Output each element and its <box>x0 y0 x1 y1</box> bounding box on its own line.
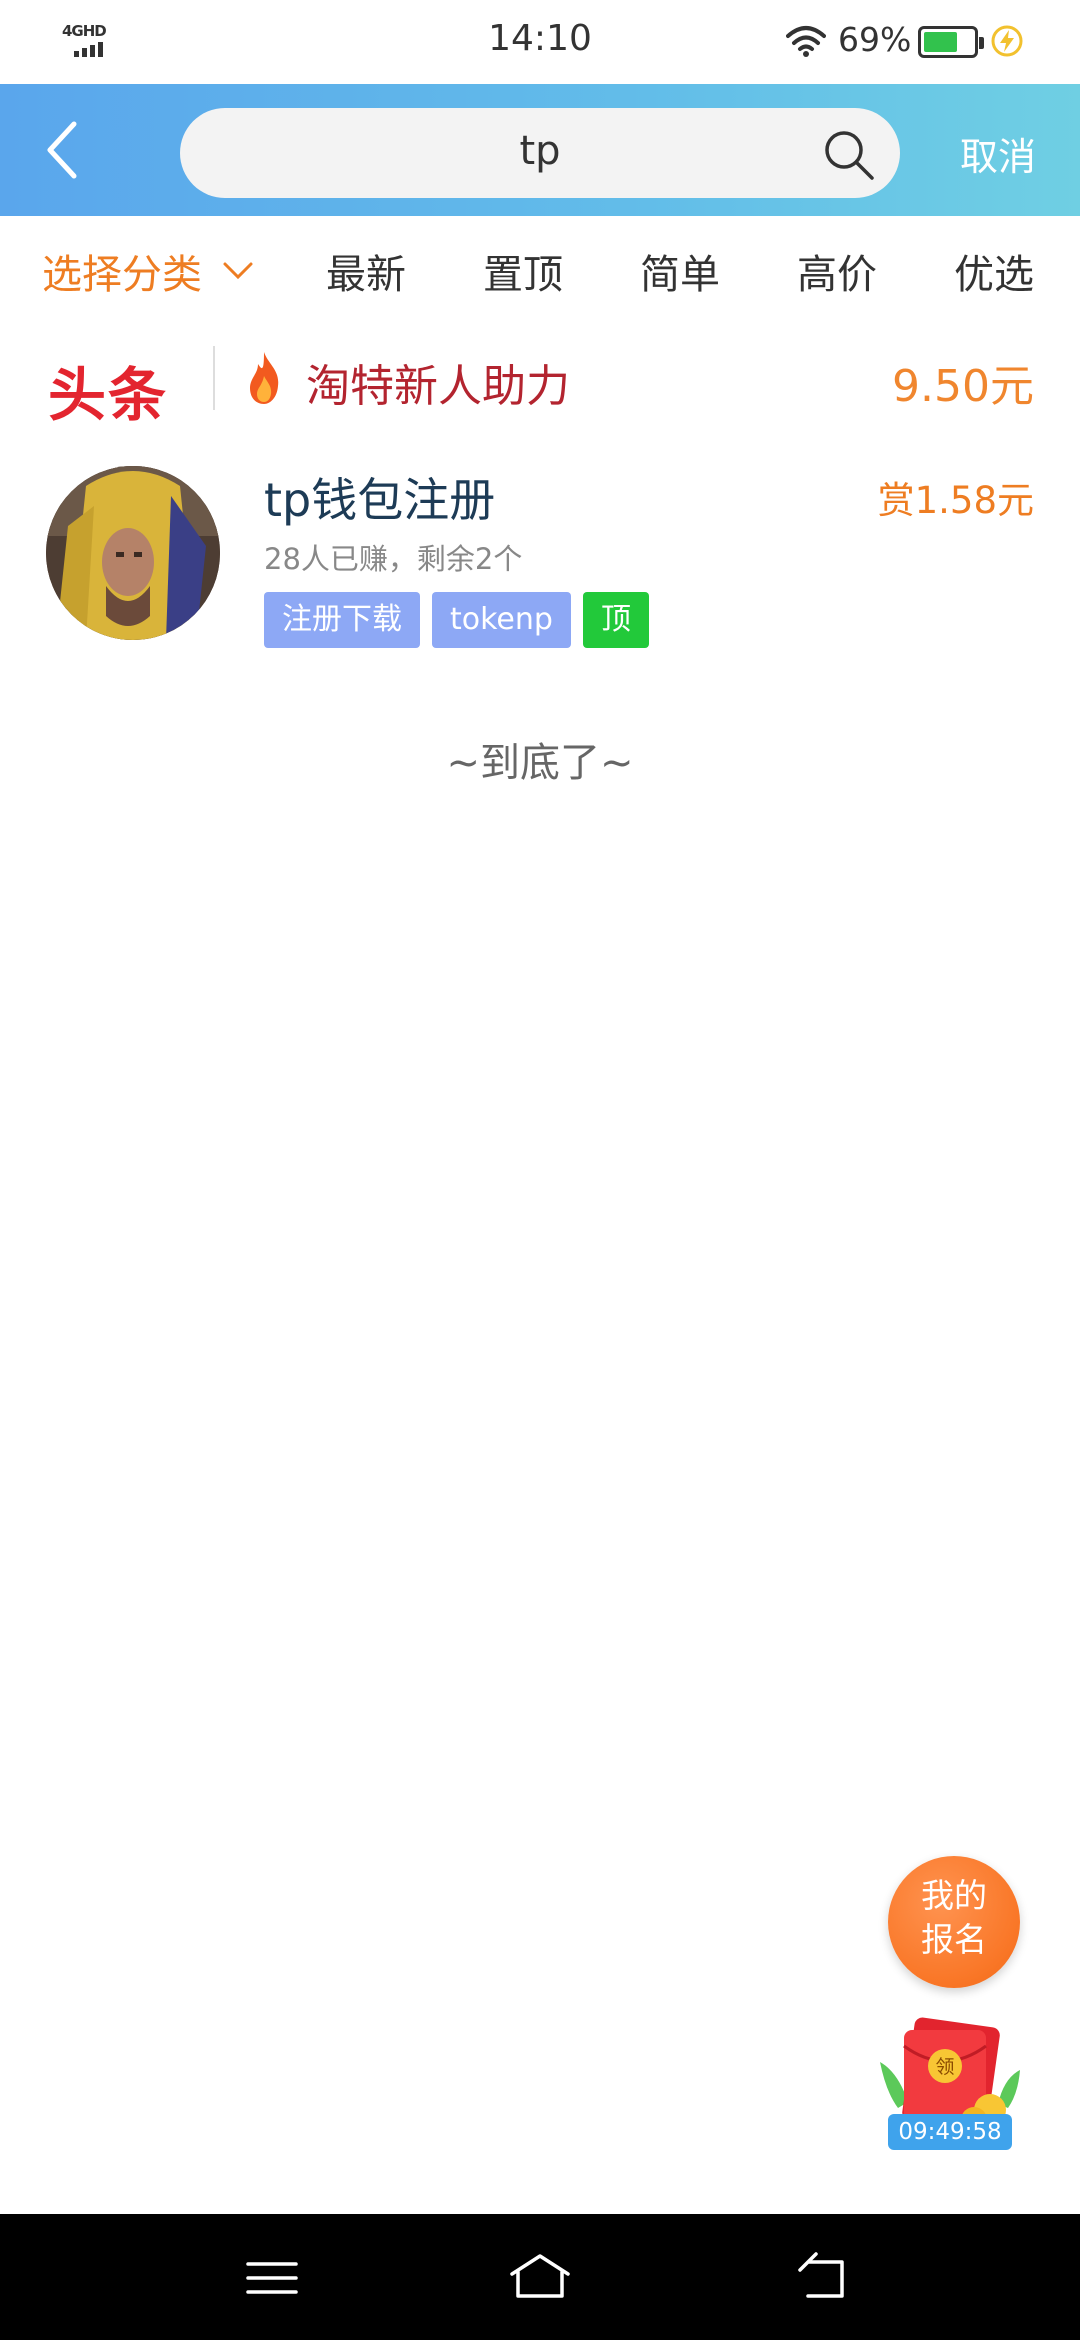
tab-pinned[interactable]: 置顶 <box>483 242 563 300</box>
headline-banner[interactable]: 头条 淘特新人助力 9.50元 <box>0 330 1080 430</box>
tag-register-download: 注册下载 <box>264 592 420 648</box>
task-meta: 28人已赚，剩余2个 <box>264 542 523 576</box>
category-selector[interactable]: 选择分类 <box>42 242 202 300</box>
redpack-label: 领 <box>935 2056 954 2078</box>
search-input[interactable]: tp <box>180 108 900 198</box>
task-reward: 赏1.58元 <box>877 479 1034 522</box>
cancel-button[interactable]: 取消 <box>960 126 1036 181</box>
headline-title: 淘特新人助力 <box>306 361 570 412</box>
tab-newest[interactable]: 最新 <box>326 242 406 300</box>
back-nav-icon[interactable] <box>792 2252 856 2304</box>
search-query[interactable]: tp <box>180 128 900 174</box>
fire-icon <box>250 352 279 404</box>
status-bar: 4GHD 14:10 69% <box>0 0 1080 84</box>
back-icon[interactable] <box>40 118 100 182</box>
battery-percent: 69% <box>838 20 912 59</box>
home-icon[interactable] <box>508 2252 572 2304</box>
tag-tokenp: tokenp <box>432 592 571 648</box>
charging-icon <box>991 25 1023 57</box>
signup-label-line2: 报名 <box>921 1920 987 1959</box>
my-signup-button[interactable]: 我的 报名 <box>888 1856 1020 1988</box>
tab-easy[interactable]: 简单 <box>640 242 720 300</box>
divider <box>213 346 215 410</box>
search-header: tp 取消 <box>0 84 1080 216</box>
tab-high-price[interactable]: 高价 <box>797 242 877 300</box>
menu-icon[interactable] <box>240 2252 304 2304</box>
filter-bar: 选择分类 最新 置顶 简单 高价 优选 <box>0 216 1080 326</box>
task-title: tp钱包注册 <box>264 473 496 527</box>
avatar <box>46 466 220 640</box>
signup-label-line1: 我的 <box>921 1876 987 1915</box>
headline-price: 9.50元 <box>892 361 1034 412</box>
system-nav-bar <box>0 2214 1080 2340</box>
chevron-down-icon[interactable] <box>222 260 254 282</box>
list-item[interactable]: tp钱包注册 赏1.58元 28人已赚，剩余2个 注册下载 tokenp 顶 <box>0 450 1080 670</box>
search-icon[interactable] <box>822 128 876 182</box>
battery-icon <box>918 26 984 58</box>
tab-featured[interactable]: 优选 <box>954 242 1034 300</box>
redpack-countdown: 09:49:58 <box>888 2114 1012 2150</box>
headline-logo: 头条 <box>48 361 169 429</box>
tag-list: 注册下载 tokenp 顶 <box>264 592 649 648</box>
wifi-icon <box>786 26 826 57</box>
tag-top: 顶 <box>582 592 649 648</box>
end-of-list: ~到底了~ <box>446 740 634 786</box>
